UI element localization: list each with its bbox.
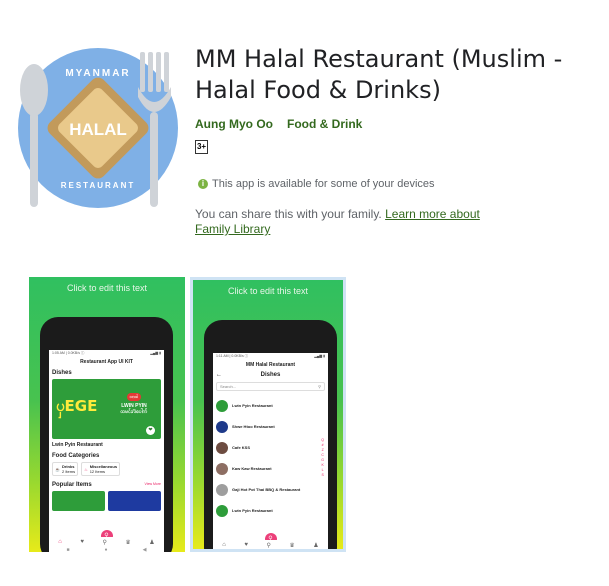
- banner-logo-text: ၦEGE: [56, 397, 98, 415]
- restaurant-name: Gaji Hot Pot Thai BBQ & Restaurant: [232, 487, 301, 492]
- food-categories-heading: Food Categories: [52, 453, 100, 459]
- icon-top-text: MYANMAR: [65, 68, 130, 79]
- popular-heading: Popular Items: [52, 482, 92, 488]
- availability-notice: i This app is available for some of your…: [198, 178, 435, 190]
- category-item: ☕ Drinks 2 Items: [52, 462, 79, 476]
- icon-bottom-text: RESTAURANT: [61, 181, 136, 190]
- restaurant-logo-icon: [216, 483, 228, 496]
- back-icon: ◀: [142, 547, 147, 552]
- popular-tiles: [52, 491, 161, 511]
- restaurant-logo-icon: [216, 504, 228, 517]
- availability-text: This app is available for some of your d…: [212, 178, 435, 190]
- home-icon: ⌂: [222, 542, 226, 548]
- dish-banner: ၦEGE လားပဲ LWIN PYIN ထမင်း/ဒံပေါက် ❤: [52, 379, 161, 439]
- crown-icon: ♛: [125, 540, 131, 546]
- category-list: ☕ Drinks 2 Items ♨ Miscellaneous 12 Items: [52, 462, 161, 476]
- category-sub: 2 Items: [61, 469, 76, 474]
- banner-tag: လားပဲ: [126, 393, 142, 401]
- bottom-nav: ⌂ ♥ ⚲ ♛ ♟: [49, 537, 164, 546]
- category-item: ♨ Miscellaneous 12 Items: [81, 462, 121, 476]
- category-link[interactable]: Food & Drink: [287, 117, 362, 131]
- phone-screen: 1:11 AM | 0.0KB/s ⓘ ▂▄▆ ▮ MM Halal Resta…: [213, 353, 328, 552]
- status-left: 1:11 AM | 0.0KB/s ⓘ: [216, 354, 249, 358]
- screenshot-caption: Click to edit this text: [66, 283, 148, 293]
- banner-name: Lwin Pyin Restaurant: [52, 442, 103, 448]
- search-icon: ⚲: [102, 540, 107, 546]
- heart-icon: ❤: [146, 426, 155, 435]
- popular-header: Popular Items View More: [52, 482, 161, 488]
- icon-center-text: HALAL: [69, 120, 127, 139]
- section-heading: Dishes: [52, 370, 72, 376]
- restaurant-name: Kaw Kaw Restaurant: [232, 466, 272, 471]
- restaurant-row: Shwe Htoo Restaurant: [216, 416, 325, 437]
- app-detail-page: HALAL MYANMAR RESTAURANT MM Halal Restau…: [0, 0, 609, 586]
- view-more-link: View More: [144, 482, 161, 486]
- back-arrow-icon: ←: [216, 372, 222, 378]
- recents-icon: ■: [66, 547, 70, 552]
- phone-screen: 1:05 AM | 0.0KB/s ⓘ ▂▄▆ ▮ Restaurant App…: [49, 350, 164, 552]
- banner-right: လားပဲ LWIN PYIN ထမင်း/ဒံပေါက်: [111, 393, 157, 416]
- back-icon: ◀: [307, 550, 311, 552]
- home-circle-icon: ●: [269, 550, 272, 552]
- search-input: Search... ⚲: [216, 382, 325, 391]
- status-bar: 1:05 AM | 0.0KB/s ⓘ ▂▄▆ ▮: [49, 350, 164, 357]
- system-nav: ■ ● ◀: [213, 550, 328, 552]
- search-icon: ⚲: [266, 543, 271, 549]
- misc-icon: ♨: [84, 466, 88, 472]
- share-text: You can share this with your family.: [195, 207, 382, 221]
- banner-line-2: ထမင်း/ဒံပေါက်: [120, 409, 148, 415]
- app-meta: Aung Myo Oo Food & Drink: [195, 117, 362, 131]
- search-icon: ⚲: [318, 384, 321, 389]
- page-title: Dishes: [260, 372, 281, 378]
- favorite-icon: ♥: [80, 539, 84, 545]
- restaurant-name: Cafe KSS: [232, 445, 251, 450]
- popular-tile: [108, 491, 161, 511]
- screen-title: Restaurant App UI KIT: [80, 359, 133, 365]
- restaurant-name: Shwe Htoo Restaurant: [232, 424, 275, 429]
- restaurant-name: Lwin Pyin Restaurant: [232, 508, 273, 513]
- content-rating-badge: 3+: [195, 140, 208, 154]
- bottom-nav: ⌂ ♥ ⚲ ♛ ♟: [213, 540, 328, 549]
- home-icon: ⌂: [58, 539, 62, 545]
- restaurant-row: Kaw Kaw Restaurant: [216, 458, 325, 479]
- restaurant-logo-icon: [216, 420, 228, 433]
- restaurant-row: Gaji Hot Pot Thai BBQ & Restaurant: [216, 479, 325, 500]
- developer-link[interactable]: Aung Myo Oo: [195, 117, 273, 131]
- page-header: ← Dishes: [216, 372, 325, 378]
- system-nav: ■ ● ◀: [49, 547, 164, 552]
- restaurant-logo-icon: [216, 441, 228, 454]
- restaurant-logo-icon: [216, 462, 228, 475]
- profile-icon: ♟: [313, 543, 319, 549]
- app-icon: HALAL MYANMAR RESTAURANT: [18, 48, 178, 208]
- profile-icon: ♟: [149, 540, 155, 546]
- family-share-text: You can share this with your family. Lea…: [195, 207, 485, 237]
- restaurant-row: Lwin Pyin Restaurant: [216, 395, 325, 416]
- crown-icon: ♛: [289, 543, 295, 549]
- home-circle-icon: ●: [104, 547, 108, 552]
- status-right: ▂▄▆ ▮: [314, 354, 325, 358]
- category-sub: 12 Items: [89, 469, 106, 474]
- phone-frame: 1:11 AM | 0.0KB/s ⓘ ▂▄▆ ▮ MM Halal Resta…: [204, 320, 337, 552]
- app-title: MM Halal Restaurant (Muslim - Halal Food…: [195, 45, 563, 104]
- search-placeholder: Search...: [220, 384, 237, 389]
- favorite-icon: ♥: [244, 542, 248, 548]
- recents-icon: ■: [231, 550, 234, 552]
- restaurant-name: Lwin Pyin Restaurant: [232, 403, 273, 408]
- screenshot-2[interactable]: Click to edit this text 1:11 AM | 0.0KB/…: [190, 277, 346, 552]
- popular-tile: [52, 491, 105, 511]
- screen-title: MM Halal Restaurant: [245, 362, 296, 368]
- alphabet-index: Q # Z C G K L S: [321, 438, 324, 478]
- status-left: 1:05 AM | 0.0KB/s ⓘ: [52, 351, 85, 355]
- status-right: ▂▄▆ ▮: [150, 351, 161, 355]
- screenshot-caption: Click to edit this text: [227, 286, 309, 296]
- restaurant-row: Cafe KSS: [216, 437, 325, 458]
- status-bar: 1:11 AM | 0.0KB/s ⓘ ▂▄▆ ▮: [213, 353, 328, 360]
- info-icon: i: [198, 179, 208, 189]
- screenshot-1[interactable]: Click to edit this text 1:05 AM | 0.0KB/…: [29, 277, 185, 552]
- phone-frame: 1:05 AM | 0.0KB/s ⓘ ▂▄▆ ▮ Restaurant App…: [40, 317, 173, 552]
- alpha-letter: S: [321, 473, 324, 477]
- restaurant-row: Lwin Pyin Restaurant: [216, 500, 325, 521]
- drink-icon: ☕: [55, 466, 60, 472]
- restaurant-logo-icon: [216, 399, 228, 412]
